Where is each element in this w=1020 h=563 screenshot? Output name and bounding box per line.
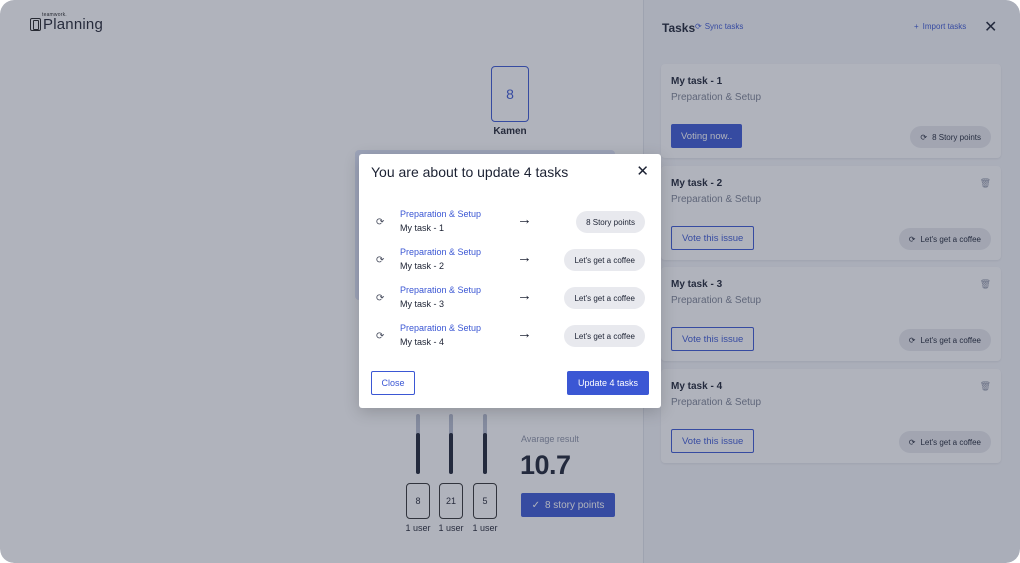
close-button[interactable]: Close (371, 371, 415, 395)
modal-task-name: My task - 1 (400, 223, 445, 233)
sync-icon: ⟳ (376, 255, 385, 266)
sync-icon: ⟳ (376, 217, 385, 228)
arrow-right-icon: → (517, 211, 532, 228)
update-tasks-button[interactable]: Update 4 tasks (567, 371, 649, 395)
close-icon[interactable]: ✕ (636, 164, 649, 180)
sync-icon: ⟳ (376, 293, 385, 304)
arrow-right-icon: → (517, 287, 532, 304)
modal-task-value: Let's get a coffee (564, 249, 645, 271)
modal-task-row: ⟳ Preparation & Setup My task - 2 → Let'… (359, 247, 661, 279)
modal-task-value: Let's get a coffee (564, 287, 645, 309)
modal-title: You are about to update 4 tasks (371, 164, 569, 180)
modal-task-category: Preparation & Setup (400, 247, 482, 257)
app-window: teamwork. Planning 8 Kamen 8 21 5 1 user… (0, 0, 1020, 563)
sync-icon: ⟳ (376, 331, 385, 342)
modal-task-name: My task - 3 (400, 299, 445, 309)
modal-task-name: My task - 2 (400, 261, 445, 271)
modal-task-name: My task - 4 (400, 337, 445, 347)
modal-task-category: Preparation & Setup (400, 285, 482, 295)
arrow-right-icon: → (517, 249, 532, 266)
modal-task-value: Let's get a coffee (564, 325, 645, 347)
modal-task-row: ⟳ Preparation & Setup My task - 3 → Let'… (359, 285, 661, 317)
modal-task-category: Preparation & Setup (400, 323, 482, 333)
update-tasks-modal: You are about to update 4 tasks ✕ ⟳ Prep… (359, 154, 661, 408)
modal-task-category: Preparation & Setup (400, 209, 482, 219)
modal-task-row: ⟳ Preparation & Setup My task - 1 → 8 St… (359, 209, 661, 241)
modal-task-value: 8 Story points (576, 211, 645, 233)
arrow-right-icon: → (517, 325, 532, 342)
modal-task-row: ⟳ Preparation & Setup My task - 4 → Let'… (359, 323, 661, 355)
